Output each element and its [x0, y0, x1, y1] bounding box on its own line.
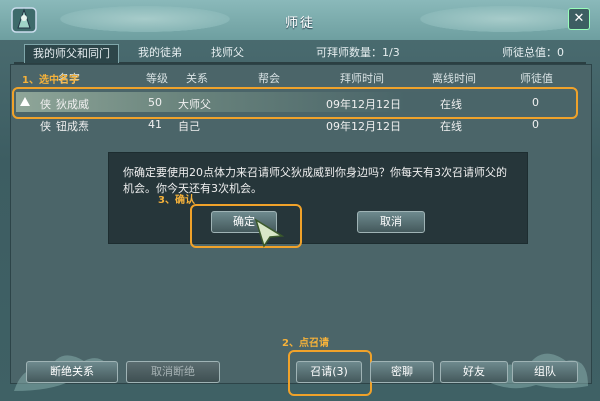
col-header-mentor-value: 师徒值 [520, 72, 553, 85]
team-up-button[interactable]: 组队 [512, 361, 578, 383]
window-title: 师徒 [284, 16, 315, 31]
member-status: 在线 [440, 120, 462, 133]
summon-button[interactable]: 召请(3) [296, 361, 362, 383]
mentor-window: 师徒 ✕ 我的师父和同门 我的徒弟 找师父 可拜师数量：1/3 师徒总值：0 名… [0, 0, 600, 401]
mentor-total-value: 师徒总值：0 [502, 46, 564, 59]
tab-find-master[interactable]: 找师父 [211, 44, 244, 62]
annotation-step2: 2、点召请 [282, 338, 329, 349]
col-header-offline-time: 离线时间 [432, 72, 476, 85]
recruitable-count: 可拜师数量：1/3 [316, 46, 400, 59]
job-icon: 侠 [40, 120, 51, 133]
col-header-relation: 关系 [186, 72, 208, 85]
tab-my-master[interactable]: 我的师父和同门 [24, 44, 119, 63]
member-name: 钮成焘 [56, 120, 89, 133]
title-bar: 师徒 ✕ [0, 0, 600, 40]
member-level: 41 [148, 118, 162, 131]
col-header-guild: 帮会 [258, 72, 280, 85]
mouse-cursor-icon [254, 218, 285, 248]
private-chat-button[interactable]: 密聊 [370, 361, 434, 383]
member-value: 0 [532, 118, 539, 131]
annotation-step3: 3、确认 [158, 195, 195, 206]
member-join-time: 09年12月12日 [326, 120, 401, 133]
cancel-break-button[interactable]: 取消断绝 [126, 361, 220, 383]
cancel-button[interactable]: 取消 [357, 211, 425, 233]
annotation-highlight-row [12, 87, 578, 119]
tab-bar: 我的师父和同门 我的徒弟 找师父 可拜师数量：1/3 师徒总值：0 [14, 42, 586, 64]
member-relation: 自己 [178, 120, 200, 133]
annotation-step1: 1、选中名字 [22, 75, 79, 86]
add-friend-button[interactable]: 好友 [440, 361, 508, 383]
close-button[interactable]: ✕ [568, 8, 590, 30]
col-header-level: 等级 [146, 72, 168, 85]
break-relation-button[interactable]: 断绝关系 [26, 361, 118, 383]
tab-my-apprentices[interactable]: 我的徒弟 [138, 44, 182, 62]
col-header-join-time: 拜师时间 [340, 72, 384, 85]
